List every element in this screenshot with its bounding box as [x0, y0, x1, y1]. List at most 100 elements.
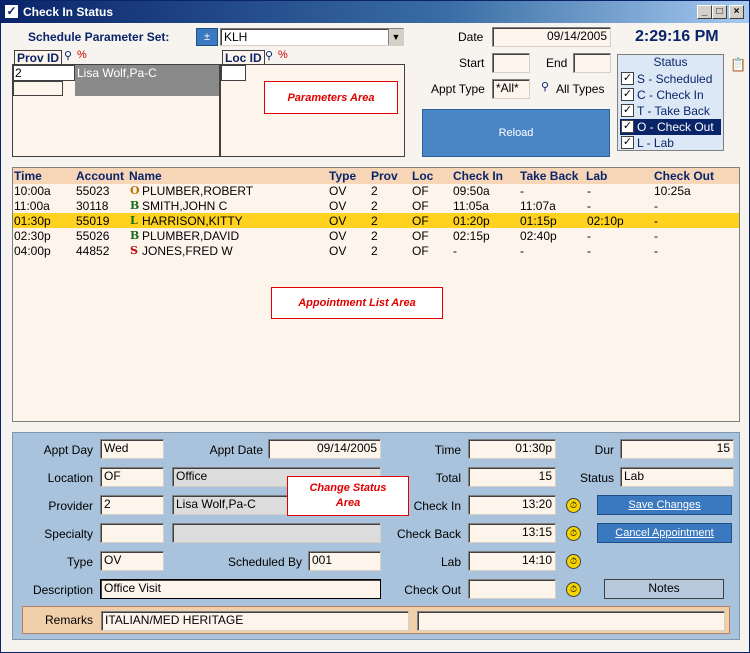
search-icon[interactable]: ⚲: [265, 49, 273, 62]
total-field[interactable]: 15: [468, 467, 556, 487]
provider-name-cell[interactable]: Lisa Wolf,Pa-C: [75, 65, 219, 96]
col-account[interactable]: Account: [76, 169, 124, 183]
cell-name: SMITH,JOHN C: [142, 199, 228, 213]
col-check-in[interactable]: Check In: [453, 169, 503, 183]
check-back-field[interactable]: 13:15: [468, 523, 556, 543]
col-prov[interactable]: Prov: [371, 169, 398, 183]
col-type[interactable]: Type: [329, 169, 356, 183]
clear-filter-icon[interactable]: %: [278, 49, 288, 61]
remarks-extra-field[interactable]: [417, 611, 725, 631]
status-item-label: L - Lab: [637, 136, 674, 150]
appt-type-input[interactable]: *All*: [492, 79, 530, 99]
description-field[interactable]: Office Visit: [100, 579, 381, 599]
schedule-param-plusminus-button[interactable]: ±: [196, 28, 218, 46]
remarks-field[interactable]: ITALIAN/MED HERITAGE: [101, 611, 409, 631]
clear-filter-icon[interactable]: %: [77, 49, 87, 61]
cell-prov: 2: [371, 199, 378, 213]
location-id-cell[interactable]: [221, 65, 246, 81]
table-row[interactable]: 02:30p 55026 B PLUMBER,DAVID OV 2 OF 02:…: [13, 228, 739, 243]
check-in-field[interactable]: 13:20: [468, 495, 556, 515]
maximize-button[interactable]: □: [712, 5, 727, 19]
scheduled-by-field[interactable]: 001: [308, 551, 381, 571]
status-item-take-back[interactable]: ✓ T - Take Back: [620, 103, 721, 119]
status-item-label: T - Take Back: [637, 104, 710, 118]
remarks-label: Remarks: [44, 613, 93, 627]
cell-loc: OF: [412, 199, 429, 213]
status-item-lab[interactable]: ✓ L - Lab: [620, 135, 721, 151]
appt-date-field[interactable]: 09/14/2005: [268, 439, 381, 459]
checkbox-icon[interactable]: ✓: [621, 104, 634, 117]
start-input[interactable]: [492, 53, 530, 73]
status-field[interactable]: Lab: [620, 467, 734, 487]
provider-list[interactable]: 2 Lisa Wolf,Pa-C: [12, 64, 220, 157]
dur-field[interactable]: 15: [620, 439, 734, 459]
cell-check-in: 09:50a: [453, 184, 490, 198]
cell-loc: OF: [412, 214, 429, 228]
cell-type: OV: [329, 244, 347, 258]
check-out-field[interactable]: [468, 579, 556, 599]
stopwatch-icon[interactable]: ⏱: [566, 498, 581, 513]
table-row[interactable]: 04:00p 44852 S JONES,FRED W OV 2 OF - - …: [13, 243, 739, 258]
cancel-appointment-button[interactable]: Cancel Appointment: [597, 523, 732, 543]
cell-account: 44852: [76, 244, 110, 258]
minimize-button[interactable]: _: [697, 5, 712, 19]
search-icon[interactable]: ⚲: [541, 80, 549, 93]
dur-label: Dur: [594, 443, 614, 457]
scheduled-by-label: Scheduled By: [227, 555, 302, 569]
appointment-list[interactable]: Time Account Name Type Prov Loc Check In…: [12, 167, 740, 422]
table-row[interactable]: 10:00a 55023 O PLUMBER,ROBERT OV 2 OF 09…: [13, 183, 739, 198]
col-take-back[interactable]: Take Back: [520, 169, 578, 183]
time-field[interactable]: 01:30p: [468, 439, 556, 459]
status-item-scheduled[interactable]: ✓ S - Scheduled: [620, 71, 721, 87]
cell-loc: OF: [412, 244, 429, 258]
change-status-area: Appt Day Wed Appt Date 09/14/2005 Time 0…: [12, 432, 740, 640]
cell-check-out: -: [654, 214, 658, 228]
cell-check-in: 01:20p: [453, 214, 490, 228]
checkbox-icon[interactable]: ✓: [621, 88, 634, 101]
provider-code-field[interactable]: 2: [100, 495, 164, 515]
stopwatch-icon[interactable]: ⏱: [566, 582, 581, 597]
schedule-parameter-set-label: Schedule Parameter Set:: [28, 30, 170, 44]
cell-loc: OF: [412, 184, 429, 198]
checkbox-icon[interactable]: ✓: [621, 136, 634, 149]
status-item-check-out[interactable]: ✓ O - Check Out: [620, 119, 721, 135]
cell-lab: -: [587, 184, 591, 198]
provider-id-cell[interactable]: 2: [13, 65, 75, 81]
search-icon[interactable]: ⚲: [64, 49, 72, 62]
location-code-field[interactable]: OF: [100, 467, 164, 487]
status-item-label: C - Check In: [637, 88, 704, 102]
col-time[interactable]: Time: [14, 169, 42, 183]
chevron-down-icon[interactable]: ▼: [388, 29, 403, 45]
type-field[interactable]: OV: [100, 551, 164, 571]
notes-button[interactable]: Notes: [604, 579, 724, 599]
checkbox-icon[interactable]: ✓: [621, 120, 634, 133]
clipboard-icon[interactable]: 📋: [730, 57, 746, 73]
appointment-list-annotation: Appointment List Area: [271, 287, 443, 319]
stopwatch-icon[interactable]: ⏱: [566, 554, 581, 569]
provider-empty-cell[interactable]: [13, 81, 63, 96]
col-check-out[interactable]: Check Out: [654, 169, 714, 183]
date-input[interactable]: 09/14/2005: [492, 27, 611, 47]
col-lab[interactable]: Lab: [586, 169, 607, 183]
cell-prov: 2: [371, 244, 378, 258]
appt-day-field[interactable]: Wed: [100, 439, 164, 459]
table-row-selected[interactable]: 01:30p 55019 L HARRISON,KITTY OV 2 OF 01…: [13, 213, 739, 228]
status-item-check-in[interactable]: ✓ C - Check In: [620, 87, 721, 103]
end-input[interactable]: [573, 53, 611, 73]
lab-field[interactable]: 14:10: [468, 551, 556, 571]
col-loc[interactable]: Loc: [412, 169, 433, 183]
specialty-code-field[interactable]: [100, 523, 164, 543]
col-name[interactable]: Name: [129, 169, 162, 183]
checkbox-icon[interactable]: ✓: [621, 72, 634, 85]
stopwatch-icon[interactable]: ⏱: [566, 526, 581, 541]
close-button[interactable]: ×: [729, 5, 744, 19]
cell-name: JONES,FRED W: [142, 244, 233, 258]
title-bar[interactable]: ✓ Check In Status _ □ ×: [1, 1, 749, 23]
reload-button[interactable]: Reload: [422, 109, 610, 157]
save-changes-button[interactable]: Save Changes: [597, 495, 732, 515]
schedule-param-select[interactable]: KLH ▼: [220, 28, 404, 46]
location-label: Location: [47, 471, 93, 485]
status-item-label: S - Scheduled: [637, 72, 713, 86]
table-row[interactable]: 11:00a 30118 B SMITH,JOHN C OV 2 OF 11:0…: [13, 198, 739, 213]
cell-prov: 2: [371, 214, 378, 228]
